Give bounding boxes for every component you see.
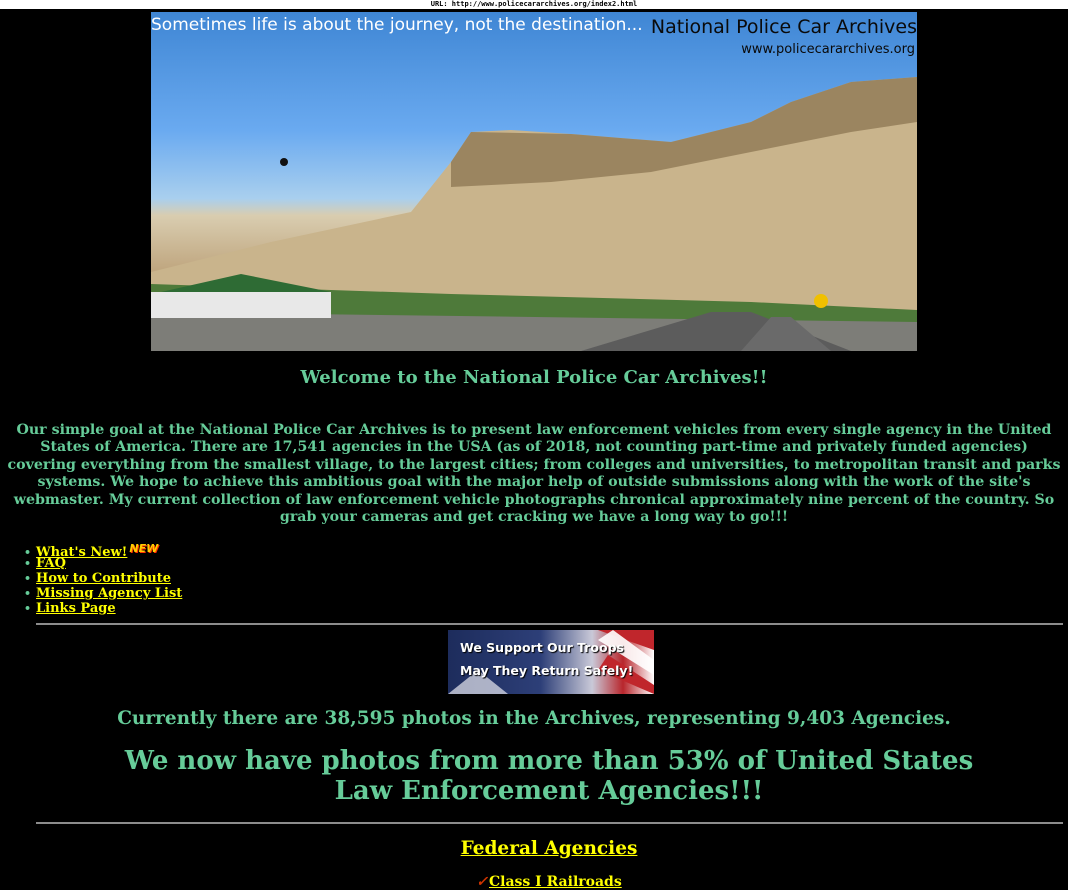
banner-site-name: National Police Car Archives	[650, 16, 917, 38]
nav-item-contribute: • How to Contribute	[24, 571, 171, 586]
header-banner-image: Sometimes life is about the journey, not…	[151, 12, 917, 351]
url-caption: URL: http://www.policecararchives.org/in…	[0, 0, 1068, 9]
banner-tagline: Sometimes life is about the journey, not…	[151, 15, 643, 35]
troops-line-2: May They Return Safely!	[460, 663, 634, 678]
nav-item-links: • Links Page	[24, 601, 116, 616]
mesa-landscape-graphic	[151, 77, 917, 351]
class-i-railroads-link[interactable]: Class I Railroads	[489, 874, 622, 890]
coverage-percent-text: We now have photos from more than 53% of…	[124, 746, 974, 806]
intro-paragraph: Our simple goal at the National Police C…	[7, 422, 1061, 526]
links-page-link[interactable]: Links Page	[36, 601, 116, 616]
checkmark-icon: ✓	[476, 874, 488, 890]
divider	[36, 822, 1063, 824]
nav-links-list: • What's New! NEW • FAQ • How to Contribute …	[24, 541, 182, 616]
support-troops-banner: We Support Our Troops May They Return Sa…	[448, 630, 654, 694]
welcome-heading: Welcome to the National Police Car Archi…	[300, 367, 768, 388]
federal-agencies-link[interactable]: Federal Agencies	[461, 838, 638, 859]
nav-item-missing: • Missing Agency List	[24, 586, 183, 601]
how-to-contribute-link[interactable]: How to Contribute	[36, 571, 171, 586]
missing-agency-list-link[interactable]: Missing Agency List	[36, 586, 182, 601]
banner-site-url: www.policecararchives.org	[741, 42, 915, 57]
divider	[36, 623, 1063, 625]
railroads-row: ✓Class I Railroads	[0, 874, 1068, 890]
photo-count-text: Currently there are 38,595 photos in the…	[117, 708, 951, 729]
troops-line-1: We Support Our Troops	[460, 640, 624, 655]
nav-item-whats-new: • What's New! NEW	[24, 542, 159, 560]
faq-link[interactable]: FAQ	[36, 556, 66, 571]
federal-agencies-heading: Federal Agencies	[0, 838, 1068, 859]
new-badge-icon: NEW	[129, 542, 159, 555]
